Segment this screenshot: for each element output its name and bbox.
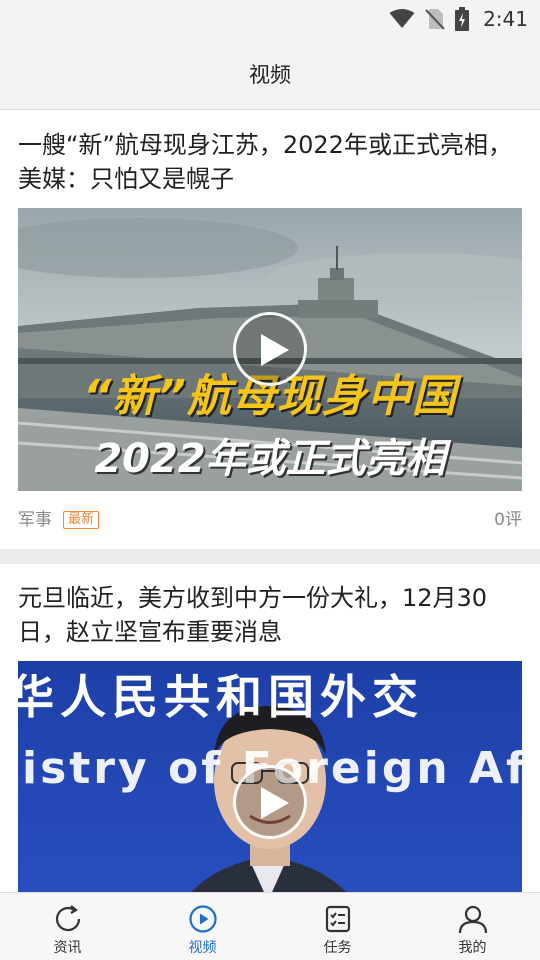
nav-label: 我的 (458, 940, 487, 956)
status-bar: 2:41 (0, 0, 540, 38)
nav-item-profile[interactable]: 我的 (405, 893, 540, 960)
nav-label: 任务 (323, 940, 352, 956)
nav-item-news[interactable]: 资讯 (0, 893, 135, 960)
battery-icon (455, 7, 470, 31)
no-sim-icon (425, 9, 445, 30)
nav-item-video[interactable]: 视频 (135, 893, 270, 960)
nav-item-tasks[interactable]: 任务 (270, 893, 405, 960)
play-button[interactable] (233, 312, 307, 386)
video-card[interactable]: 一艘“新”航母现身江苏，2022年或正式亮相，美媒：只怕又是幌子 “新”航母现身… (0, 111, 540, 549)
refresh-icon (55, 905, 80, 932)
category-label: 军事 (18, 510, 52, 530)
wifi-icon (389, 9, 415, 28)
video-thumbnail[interactable]: “新”航母现身中国 2022年或正式亮相 (18, 208, 522, 491)
checklist-icon (325, 905, 350, 933)
comment-count[interactable]: 0评 (494, 508, 522, 532)
video-title[interactable]: 一艘“新”航母现身江苏，2022年或正式亮相，美媒：只怕又是幌子 (18, 128, 524, 196)
bottom-nav: 资讯 视频 任务 我的 (0, 892, 540, 960)
app-header: 视频 (0, 38, 540, 110)
video-title[interactable]: 元旦临近，美方收到中方一份大礼，12月30日，赵立坚宣布重要消息 (18, 581, 524, 649)
banner-text: 华人民共和国外交 (18, 670, 424, 724)
play-icon (261, 787, 289, 819)
video-feed[interactable]: 一艘“新”航母现身江苏，2022年或正式亮相，美媒：只怕又是幌子 “新”航母现身… (0, 111, 540, 892)
play-circle-icon (188, 905, 217, 933)
nav-label: 视频 (188, 940, 217, 956)
video-meta: 军事 最新 0评 (18, 508, 522, 532)
video-card[interactable]: 元旦临近，美方收到中方一份大礼，12月30日，赵立坚宣布重要消息 华人民共和国外… (0, 564, 540, 892)
play-button[interactable] (233, 765, 307, 839)
play-icon (261, 334, 289, 366)
status-icons: 2:41 (389, 4, 528, 34)
video-thumbnail[interactable]: 华人民共和国外交 istry of Foreign Af (18, 661, 522, 892)
page-title: 视频 (249, 62, 291, 87)
user-icon (458, 905, 487, 934)
nav-label: 资讯 (53, 940, 82, 956)
thumbnail-subcaption: 2022年或正式亮相 (94, 436, 446, 482)
card-divider (0, 549, 540, 564)
new-badge: 最新 (63, 511, 100, 529)
clock: 2:41 (483, 7, 528, 31)
